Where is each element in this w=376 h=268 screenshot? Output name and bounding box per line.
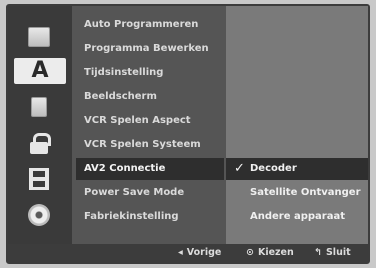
prev-hint[interactable]: ◂ Vorige (178, 244, 221, 262)
option-label: Andere apparaat (250, 211, 346, 222)
button-hint-bar: ◂ Vorige ⊙ Kiezen ↰ Sluit (8, 244, 368, 262)
left-arrow-icon: ◂ (178, 247, 183, 258)
option-andere-apparaat[interactable]: Andere apparaat (226, 206, 368, 228)
disc-menu-icon[interactable] (23, 24, 55, 50)
prev-label: Vorige (186, 247, 222, 258)
menu-item-vcr-spelen-aspect[interactable]: VCR Spelen Aspect (76, 110, 224, 132)
setup-menu-osd: A Auto Programmeren Programma Bewerken T… (6, 4, 370, 264)
av2-options-submenu: ✓ Decoder Satellite Ontvanger Andere app… (226, 6, 368, 244)
menu-item-auto-programmeren[interactable]: Auto Programmeren (76, 14, 224, 36)
menu-item-fabriekinstelling[interactable]: Fabriekinstelling (76, 206, 224, 228)
menu-item-av2-connectie[interactable]: AV2 Connectie (76, 158, 224, 180)
menu-item-programma-bewerken[interactable]: Programma Bewerken (76, 38, 224, 60)
disc-icon[interactable] (23, 202, 55, 228)
select-hint[interactable]: ⊙ Kiezen (246, 244, 294, 262)
close-hint[interactable]: ↰ Sluit (314, 244, 351, 262)
close-label: Sluit (325, 247, 351, 258)
audio-icon[interactable] (23, 94, 55, 120)
lock-icon[interactable] (23, 130, 55, 156)
option-label: Satellite Ontvanger (250, 187, 361, 198)
record-icon[interactable] (23, 166, 55, 192)
menu-item-beeldscherm[interactable]: Beeldscherm (76, 86, 224, 108)
menu-item-power-save-mode[interactable]: Power Save Mode (76, 182, 224, 204)
settings-menu: Auto Programmeren Programma Bewerken Tij… (72, 6, 226, 244)
option-label: Decoder (250, 163, 297, 174)
language-icon[interactable]: A (14, 58, 66, 84)
checkmark-icon: ✓ (234, 161, 245, 176)
option-satellite-ontvanger[interactable]: Satellite Ontvanger (226, 182, 368, 204)
menu-item-tijdsinstelling[interactable]: Tijdsinstelling (76, 62, 224, 84)
select-label: Kiezen (257, 247, 294, 258)
menu-item-vcr-spelen-systeem[interactable]: VCR Spelen Systeem (76, 134, 224, 156)
enter-button-icon: ⊙ (246, 247, 254, 258)
option-decoder[interactable]: ✓ Decoder (226, 158, 368, 180)
return-icon: ↰ (314, 247, 322, 258)
category-sidebar: A (8, 6, 72, 244)
